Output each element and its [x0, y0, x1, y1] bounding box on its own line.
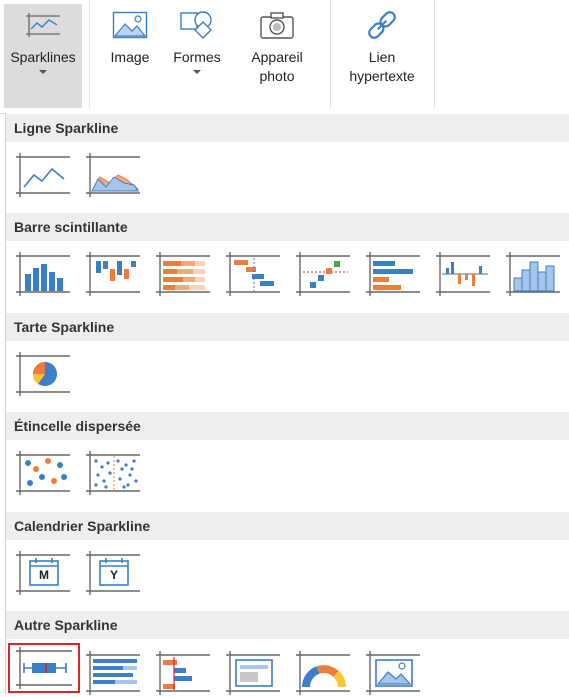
appareil-photo-button[interactable]: Appareil photo: [244, 4, 310, 86]
sparklines-dropdown-panel: Ligne Sparkline Barre scintillante Tarte…: [5, 113, 569, 697]
bar-column-option[interactable]: [14, 248, 72, 298]
scatter-dense-option[interactable]: [84, 447, 142, 497]
scatter-sparkline-icon: [16, 451, 70, 495]
picture-sparkline-icon: [366, 651, 420, 695]
sparkline-line-option[interactable]: [14, 149, 72, 199]
section-header-etincelle: Étincelle dispersée: [6, 412, 569, 440]
bar-horizontal-option[interactable]: [364, 248, 422, 298]
shapes-icon: [180, 11, 212, 39]
sparkline-chart-icon: [26, 13, 60, 37]
progress-sparkline-icon: [86, 651, 140, 695]
other-image-option[interactable]: [224, 647, 282, 697]
other-stacked-option[interactable]: [84, 647, 142, 697]
link-icon: [368, 11, 396, 39]
winloss-sparkline-icon: [86, 252, 140, 296]
caret-down-icon: [39, 70, 47, 74]
section-header-barre: Barre scintillante: [6, 213, 569, 241]
column-sparkline-icon: [16, 252, 70, 296]
lien-label-line2: hypertexte: [349, 68, 415, 84]
horizontal-bar-sparkline-icon: [366, 252, 420, 296]
bar-cascade-option[interactable]: [224, 248, 282, 298]
histogram-sparkline-icon: [506, 252, 560, 296]
image-button[interactable]: Image: [100, 4, 160, 67]
pareto-sparkline-icon: [156, 651, 210, 695]
image-label: Image: [110, 49, 150, 65]
section-header-calendrier: Calendrier Sparkline: [6, 512, 569, 540]
section-header-autre: Autre Sparkline: [6, 611, 569, 639]
stacked-bar-sparkline-icon: [156, 252, 210, 296]
calendar-year-option[interactable]: Y: [84, 547, 142, 597]
other-pareto-option[interactable]: [154, 647, 212, 697]
section-header-ligne: Ligne Sparkline: [6, 114, 569, 142]
bar-stacked-option[interactable]: [154, 248, 212, 298]
formes-label: Formes: [173, 49, 221, 65]
bar-variance-option[interactable]: [294, 248, 352, 298]
ribbon-separator: [330, 0, 331, 108]
bar-posneg-option[interactable]: [434, 248, 492, 298]
ribbon-separator: [434, 0, 435, 108]
section-header-tarte: Tarte Sparkline: [6, 313, 569, 341]
bar-winloss-option[interactable]: [84, 248, 142, 298]
sparklines-label: Sparklines: [10, 49, 76, 65]
camera-icon: [260, 12, 294, 39]
other-picture-option[interactable]: [364, 647, 422, 697]
sparklines-button[interactable]: Sparklines: [4, 4, 82, 108]
gauge-sparkline-icon: [296, 651, 350, 695]
variance-sparkline-icon: [296, 252, 350, 296]
caret-down-icon: [193, 70, 201, 74]
pie-sparkline-icon: [16, 352, 70, 396]
dense-scatter-sparkline-icon: [86, 451, 140, 495]
other-gauge-option[interactable]: [294, 647, 352, 697]
ribbon-toolbar: Sparklines Image Formes Appareil photo L…: [0, 0, 569, 114]
scatter-option[interactable]: [14, 447, 72, 497]
bar-histogram-option[interactable]: [504, 248, 562, 298]
other-bullet-option[interactable]: [8, 643, 80, 693]
sparkline-area-option[interactable]: [84, 149, 142, 199]
image-sparkline-icon: [226, 651, 280, 695]
lien-label-line1: Lien: [368, 49, 396, 65]
pie-option[interactable]: [14, 348, 72, 398]
line-sparkline-icon: [16, 153, 70, 197]
cascade-sparkline-icon: [226, 252, 280, 296]
appareil-label-line1: Appareil: [251, 49, 303, 65]
bullet-sparkline-icon: [16, 647, 72, 689]
appareil-label-line2: photo: [259, 68, 295, 84]
calendar-year-letter: Y: [109, 568, 118, 582]
image-icon: [112, 11, 148, 39]
area-sparkline-icon: [86, 153, 140, 197]
lien-hypertexte-button[interactable]: Lien hypertexte: [340, 4, 424, 86]
formes-button[interactable]: Formes: [166, 4, 228, 75]
positive-negative-sparkline-icon: [436, 252, 490, 296]
ribbon-separator: [89, 0, 90, 108]
calendar-month-option[interactable]: M: [14, 547, 72, 597]
calendar-month-letter: M: [39, 568, 49, 582]
